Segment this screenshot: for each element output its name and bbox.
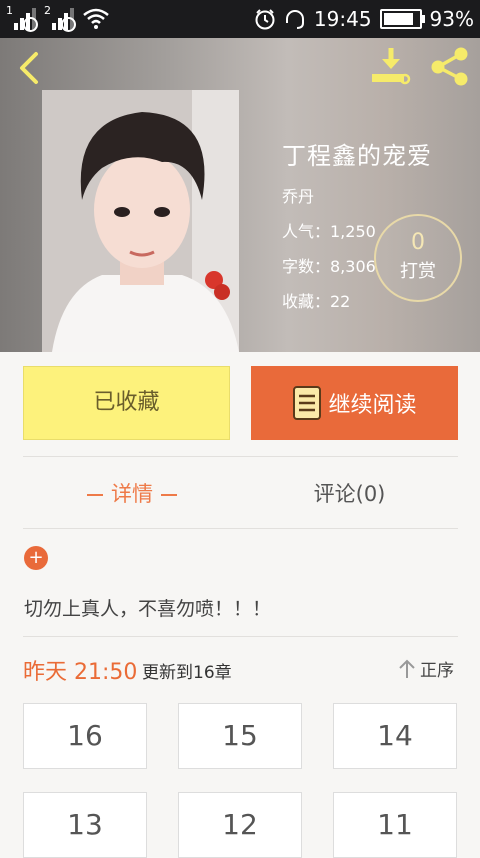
reward-button[interactable]: 0 打赏 — [374, 214, 462, 302]
tab-detail[interactable]: 详情 — [23, 460, 241, 528]
reward-count: 0 — [411, 230, 425, 255]
book-description: 切勿上真人，不喜勿喷！！！ — [24, 598, 272, 620]
signal-sim1-icon: 1 — [6, 4, 38, 32]
continue-reading-button[interactable]: 继续阅读 — [251, 366, 458, 440]
book-title: 丁程鑫的宠爱 — [282, 142, 432, 170]
arrow-up-icon — [399, 659, 415, 678]
sort-order-button[interactable]: 正序 — [398, 656, 454, 681]
update-time: 昨天 21:50 — [23, 660, 138, 685]
download-icon[interactable] — [370, 46, 412, 86]
clock-icon — [255, 9, 275, 30]
sim2-label: 2 — [44, 4, 51, 17]
chapter-button[interactable]: 16 — [23, 703, 147, 769]
chapter-button[interactable]: 13 — [23, 792, 147, 858]
tab-comments[interactable]: 评论(0) — [241, 460, 458, 528]
tab-indicator-left — [87, 494, 103, 496]
sort-order-label: 正序 — [420, 661, 454, 681]
wifi-icon — [83, 8, 109, 29]
plus-icon[interactable]: + — [24, 546, 48, 570]
chapter-button[interactable]: 15 — [178, 703, 302, 769]
battery-fill — [383, 13, 414, 25]
tab-indicator-right — [161, 494, 177, 496]
tab-detail-label: 详情 — [111, 482, 153, 506]
share-icon[interactable] — [428, 46, 472, 86]
chapter-button[interactable]: 14 — [333, 703, 457, 769]
book-author[interactable]: 乔丹 — [282, 183, 432, 207]
continue-reading-label: 继续阅读 — [328, 393, 417, 418]
battery-percent: 93% — [429, 7, 474, 31]
divider — [23, 528, 458, 529]
status-bar: 1 2 19:45 93% — [0, 0, 480, 38]
reward-label: 打赏 — [400, 261, 436, 282]
divider — [23, 456, 458, 457]
back-arrow-icon[interactable] — [12, 48, 48, 88]
favorited-button[interactable]: 已收藏 — [23, 366, 230, 440]
divider — [23, 636, 458, 637]
clock-time: 19:45 — [313, 7, 372, 31]
chapter-button[interactable]: 12 — [178, 792, 302, 858]
book-cover-image[interactable] — [42, 90, 239, 352]
book-header: 丁程鑫的宠爱 乔丹 人气：1,250 字数：8,306 收藏：22 0 打赏 — [0, 38, 480, 352]
update-text: 更新到16章 — [142, 663, 232, 683]
chapter-button[interactable]: 11 — [333, 792, 457, 858]
battery-icon — [379, 9, 425, 29]
sim1-label: 1 — [6, 4, 13, 17]
headset-icon — [285, 10, 304, 29]
signal-sim2-icon: 2 — [44, 4, 76, 32]
book-icon — [293, 386, 322, 420]
